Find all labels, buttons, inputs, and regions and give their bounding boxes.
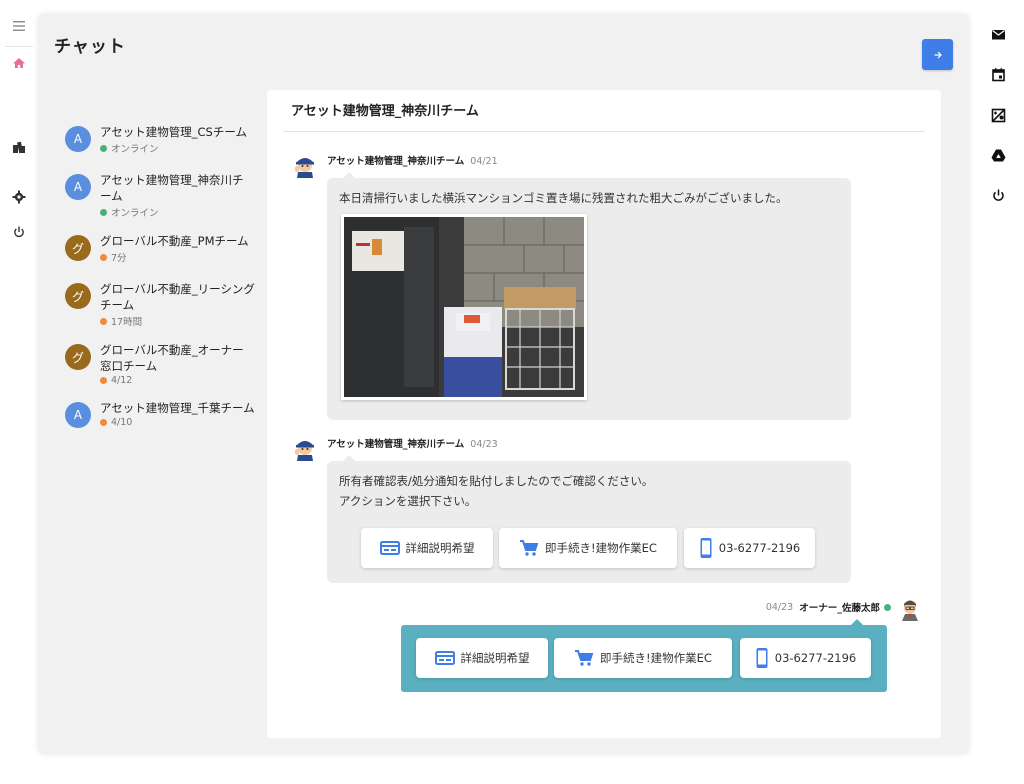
away-dot [100,253,107,261]
online-dot [100,208,107,216]
status-text: オンライン [111,144,159,155]
cart-icon [575,650,594,666]
message-bubble: 所有者確認表/処分通知を貼付しましたのでご確認ください。 アクションを選択下さい… [327,455,851,583]
right-rail [972,0,1024,784]
chat-name: グローバル不動産_オーナー窓口チーム [100,343,244,373]
chat-list-item[interactable]: グ グローバル不動産_リーシングチーム 17時間 [65,281,255,328]
own-message-meta: 04/23 オーナー_佐藤太郎 [766,600,891,614]
chat-status: 7分 [100,250,255,264]
power-icon[interactable] [9,222,29,242]
phone-icon [700,538,712,558]
drive-icon[interactable] [987,144,1009,166]
rail-divider [5,46,33,47]
forward-button[interactable] [922,39,953,70]
ec-procedure-button[interactable]: 即手続き!建物作業EC [554,638,732,678]
message-date: 04/23 [765,601,794,613]
chat-list-item[interactable]: A アセット建物管理_神奈川チーム オンライン [65,172,255,219]
menu-icon[interactable] [9,16,29,36]
status-text: オンライン [111,208,159,219]
sender-name: オーナー_佐藤太郎 [799,603,880,614]
avatar: グ [65,235,91,261]
chat-list: A アセット建物管理_CSチーム オンライン A アセット建物管理_神奈川チーム… [65,124,255,448]
phone-button[interactable]: 03-6277-2196 [684,528,815,568]
away-dot [100,377,107,384]
chat-name: アセット建物管理_CSチーム [100,125,248,139]
card-icon [379,541,400,555]
chat-name: グローバル不動産_PMチーム [100,234,249,248]
chat-list-item[interactable]: グ グローバル不動産_オーナー窓口チーム 4/12 [65,342,255,386]
detail-request-button[interactable]: 詳細説明希望 [361,528,493,568]
away-dot [100,317,107,325]
away-dot [100,419,107,426]
chat-status: 17時間 [100,314,255,328]
chat-name: アセット建物管理_神奈川チーム [100,173,244,203]
message-text: アクションを選択下さい。 [339,494,477,508]
avatar: A [65,402,91,428]
chat-status: オンライン [100,141,255,155]
message-bubble: 本日清掃行いました横浜マンションゴミ置き場に残置された粗大ごみがございました。 [327,172,851,420]
calendar-icon[interactable] [987,63,1009,85]
cart-icon [520,540,539,556]
online-dot [884,603,891,611]
chat-status: オンライン [100,205,255,219]
detail-request-button[interactable]: 詳細説明希望 [416,638,548,678]
own-message-bubble: 詳細説明希望 即手続き!建物作業EC 03-6277-2196 [401,619,887,692]
button-label: 詳細説明希望 [460,651,530,665]
page-title: チャット [54,37,126,57]
status-text: 17時間 [111,317,143,328]
avatar: A [65,126,91,152]
mail-icon[interactable] [987,23,1009,45]
avatar: A [65,174,91,200]
button-label: 03-6277-2196 [718,541,801,555]
message-photo[interactable] [341,214,587,400]
message-text: 本日清掃行いました横浜マンションゴミ置き場に残置された粗大ごみがございました。 [339,191,788,205]
arrow-right-icon [934,51,942,58]
status-text: 4/10 [111,417,133,428]
button-label: 即手続き!建物作業EC [600,651,712,665]
button-label: 03-6277-2196 [774,651,857,665]
chat-status: 4/10 [100,417,255,428]
message-text: 所有者確認表/処分通知を貼付しましたのでご確認ください。 [339,474,654,488]
divider [283,131,925,132]
chat-name: グローバル不動産_リーシングチーム [100,282,255,312]
main-panel: チャット A アセット建物管理_CSチーム オンライン A アセット建物管理_神… [38,14,969,754]
sender-name: アセット建物管理_神奈川チーム [327,156,465,167]
chat-area: アセット建物管理_神奈川チーム アセット建物管理_神奈川チーム 04/21 本日清… [267,90,941,738]
button-label: 詳細説明希望 [405,541,475,555]
chat-name: アセット建物管理_千葉チーム [100,401,255,415]
power-icon[interactable] [987,184,1009,206]
phone-button[interactable]: 03-6277-2196 [740,638,871,678]
message-meta: アセット建物管理_神奈川チーム 04/23 [327,436,498,450]
trash-photo-image [344,217,584,397]
sender-avatar [291,435,317,461]
home-icon[interactable] [9,53,29,73]
avatar: グ [65,344,91,370]
chat-status: 4/12 [100,375,255,386]
gear-icon[interactable] [9,187,29,207]
sender-name: アセット建物管理_神奈川チーム [327,439,465,450]
map-icon[interactable] [987,104,1009,126]
card-icon [434,651,455,665]
message-date: 04/23 [470,439,498,450]
chat-list-item[interactable]: A アセット建物管理_千葉チーム 4/10 [65,400,255,434]
status-text: 4/12 [111,375,133,386]
avatar: グ [65,283,91,309]
sender-avatar [291,152,317,178]
chat-list-item[interactable]: グ グローバル不動産_PMチーム 7分 [65,233,255,267]
own-avatar [897,595,923,621]
phone-icon [756,648,768,668]
left-rail [0,0,38,784]
message-date: 04/21 [470,156,498,167]
online-dot [100,144,107,152]
status-text: 7分 [111,253,127,264]
chat-list-item[interactable]: A アセット建物管理_CSチーム オンライン [65,124,255,158]
chat-header-title: アセット建物管理_神奈川チーム [291,104,479,119]
ec-procedure-button[interactable]: 即手続き!建物作業EC [499,528,677,568]
button-label: 即手続き!建物作業EC [545,541,657,555]
buildings-icon[interactable] [9,137,29,157]
message-meta: アセット建物管理_神奈川チーム 04/21 [327,153,498,167]
